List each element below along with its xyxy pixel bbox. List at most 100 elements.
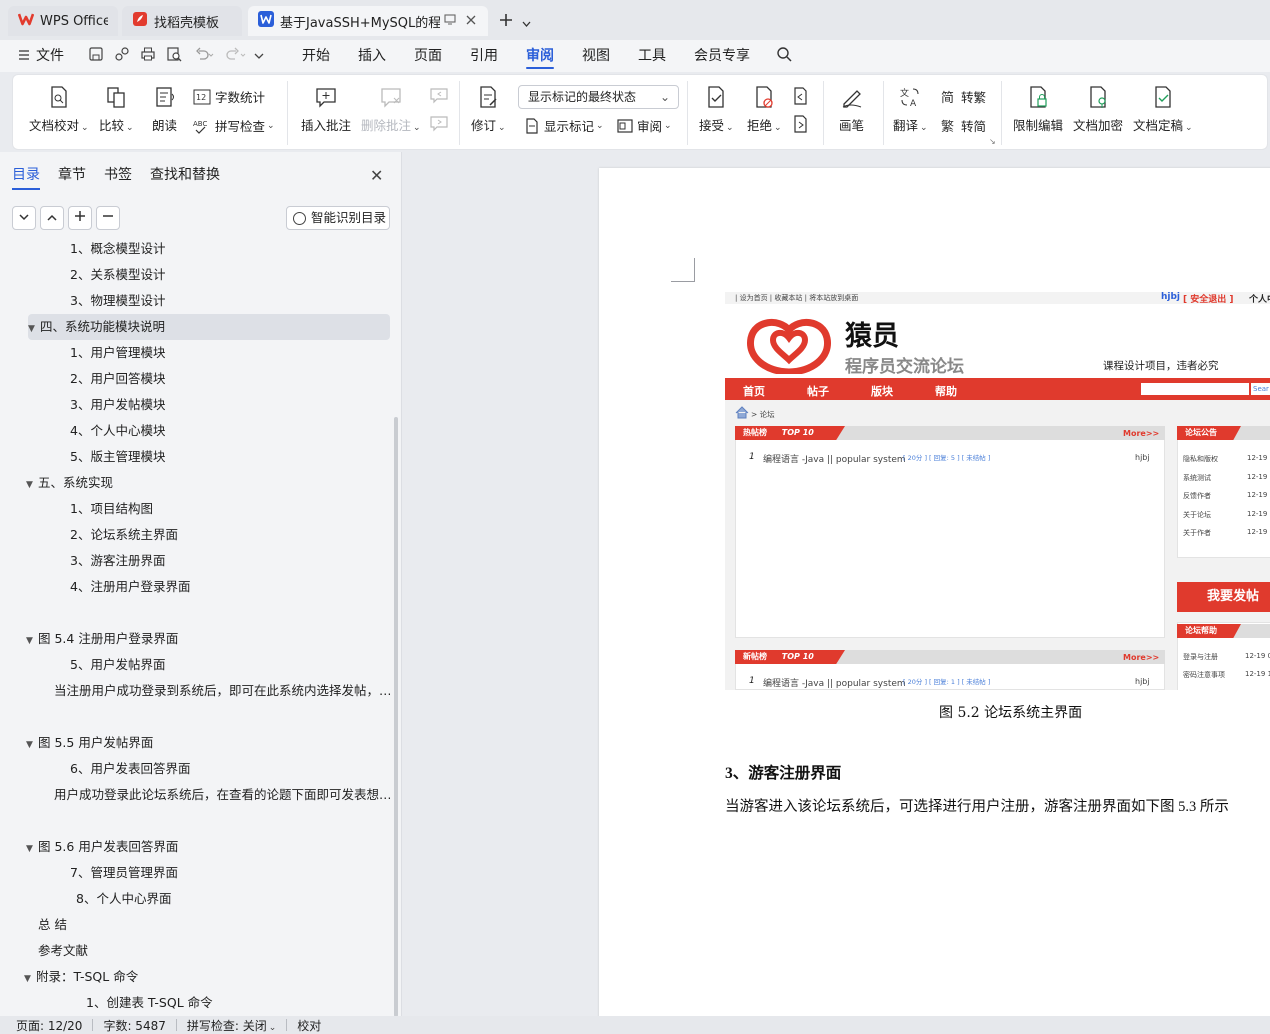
menu-references[interactable]: 引用 [456, 40, 512, 72]
undo-icon[interactable] [194, 47, 214, 65]
share-link-icon[interactable] [114, 46, 130, 66]
track-changes-button[interactable]: 修订 ⌄ [471, 85, 506, 134]
tab-current-document[interactable]: 基于JavaSSH+MySQL的程序 [248, 6, 488, 36]
close-tab-icon[interactable] [466, 14, 476, 29]
menu-tools[interactable]: 工具 [624, 40, 680, 72]
toc-item[interactable]: 4、个人中心模块 [70, 418, 390, 444]
menu-review[interactable]: 审阅 [512, 40, 568, 72]
toc-item[interactable] [70, 808, 390, 834]
menu-member[interactable]: 会员专享 [680, 40, 764, 72]
review-pane-button[interactable]: 审阅 ⌄ [617, 116, 672, 135]
collapse-all-button[interactable] [12, 206, 36, 230]
toc-item[interactable]: ▼ 图 5.6 用户发表回答界面 [26, 834, 390, 860]
toc-item[interactable]: 5、版主管理模块 [70, 444, 390, 470]
tab-list-chevron-icon[interactable] [522, 16, 531, 31]
tab-docer-templates[interactable]: 找稻壳模板 [122, 6, 242, 36]
toc-item[interactable]: 1、项目结构图 [70, 496, 390, 522]
menu-page[interactable]: 页面 [400, 40, 456, 72]
toc-item[interactable]: 总 结 [38, 912, 390, 938]
translate-button[interactable]: 文A 翻译 ⌄ [893, 85, 928, 134]
toc-item[interactable]: 当注册用户成功登录到系统后，即可在此系统内选择发帖，… [54, 678, 390, 704]
read-aloud-button[interactable]: 朗读 [152, 85, 177, 134]
toc-item[interactable]: 8、个人中心界面 [76, 886, 390, 912]
expand-caret-icon[interactable]: ▼ [26, 472, 38, 496]
to-traditional-button[interactable]: 简 转繁 [941, 87, 986, 106]
toc-item[interactable]: 5、用户发帖界面 [70, 652, 390, 678]
previous-comment-icon[interactable] [429, 87, 449, 109]
file-menu[interactable]: 文件 [12, 40, 78, 72]
show-markup-button[interactable]: 显示标记 ⌄ [524, 116, 604, 135]
reject-button[interactable]: 拒绝 ⌄ [747, 85, 782, 134]
menu-insert[interactable]: 插入 [344, 40, 400, 72]
new-tab-icon[interactable] [499, 13, 513, 31]
compare-button[interactable]: 比较 ⌄ [99, 85, 134, 134]
previous-change-icon[interactable] [791, 87, 811, 109]
tab-toc[interactable]: 目录 [12, 164, 40, 190]
spell-check-button[interactable]: ABC 拼写检查 ⌄ [193, 116, 275, 135]
remove-toc-level-button[interactable] [96, 206, 120, 230]
toc-scrollbar[interactable] [394, 417, 398, 1017]
smart-toc-button[interactable]: 智能识别目录 [286, 206, 390, 230]
next-comment-icon[interactable] [429, 115, 449, 137]
toc-item[interactable]: 1、概念模型设计 [70, 238, 390, 262]
toc-item[interactable]: 用户成功登录此论坛系统后，在查看的论题下面即可发表想… [54, 782, 390, 808]
toc-item[interactable]: 6、用户发表回答界面 [70, 756, 390, 782]
print-preview-icon[interactable] [166, 46, 182, 66]
expand-caret-icon[interactable]: ▼ [28, 316, 40, 340]
save-icon[interactable] [88, 46, 104, 66]
toc-item[interactable]: 2、用户回答模块 [70, 366, 390, 392]
add-toc-level-button[interactable] [68, 206, 92, 230]
close-panel-icon[interactable]: ✕ [370, 166, 383, 185]
to-simplified-button[interactable]: 繁 转简 [941, 116, 986, 135]
toc-item[interactable]: 2、论坛系统主界面 [70, 522, 390, 548]
next-change-icon[interactable] [791, 115, 811, 137]
page-indicator[interactable]: 页面: 12/20 [16, 1017, 82, 1034]
expand-caret-icon[interactable]: ▼ [26, 836, 38, 860]
search-icon[interactable] [776, 46, 792, 66]
redo-icon[interactable] [226, 47, 246, 65]
toc-item[interactable] [70, 704, 390, 730]
pen-button[interactable]: 画笔 [839, 85, 864, 134]
toc-item[interactable]: 1、创建表 T-SQL 命令 [86, 990, 390, 1016]
toc-item[interactable]: ▼ 四、系统功能模块说明 [28, 314, 390, 340]
expand-caret-icon[interactable]: ▼ [24, 966, 36, 990]
toc-item[interactable]: 2、关系模型设计 [70, 262, 390, 288]
toc-item[interactable]: ▼ 图 5.5 用户发帖界面 [26, 730, 390, 756]
spell-check-indicator[interactable]: 拼写检查: 关闭 ⌄ [187, 1017, 276, 1034]
tab-find-replace[interactable]: 查找和替换 [150, 164, 220, 190]
toc-item[interactable]: ▼ 五、系统实现 [26, 470, 390, 496]
menu-view[interactable]: 视图 [568, 40, 624, 72]
markup-state-select[interactable]: 显示标记的最终状态 ⌄ [518, 85, 679, 109]
toc-item[interactable]: 3、物理模型设计 [70, 288, 390, 314]
word-count-button[interactable]: 12 字数统计 [193, 87, 265, 106]
tab-bookmarks[interactable]: 书签 [104, 164, 132, 190]
word-count-indicator[interactable]: 字数: 5487 [103, 1017, 165, 1034]
toc-item[interactable]: 7、管理员管理界面 [70, 860, 390, 886]
doc-check-button[interactable]: 文档校对 ⌄ [29, 85, 89, 134]
finalize-button[interactable]: 文档定稿 ⌄ [1133, 85, 1193, 134]
proofread-indicator[interactable]: 校对 [297, 1017, 321, 1034]
expand-caret-icon[interactable]: ▼ [26, 732, 38, 756]
tab-chapters[interactable]: 章节 [58, 164, 86, 190]
restrict-edit-button[interactable]: 限制编辑 [1013, 85, 1063, 134]
toc-item[interactable]: ▼ 图 5.4 注册用户登录界面 [26, 626, 390, 652]
insert-comment-button[interactable]: 插入批注 [301, 85, 351, 134]
tab-wps-office[interactable]: WPS Office [8, 6, 118, 36]
toc-item[interactable] [70, 600, 390, 626]
encrypt-button[interactable]: 文档加密 [1073, 85, 1123, 134]
toc-item[interactable]: 1、用户管理模块 [70, 340, 390, 366]
print-icon[interactable] [140, 46, 156, 66]
window-icon[interactable] [444, 13, 456, 29]
document-page[interactable]: | 设为首页 | 收藏本站 | 将本站放到桌面 hjbj [ 安全退出 ] 个人… [599, 168, 1270, 1016]
expand-caret-icon[interactable]: ▼ [26, 628, 38, 652]
dialog-launcher-icon[interactable]: ↘ [989, 137, 996, 146]
quick-access-more-icon[interactable] [254, 49, 264, 64]
accept-button[interactable]: 接受 ⌄ [699, 85, 734, 134]
toc-item[interactable]: 4、注册用户登录界面 [70, 574, 390, 600]
toc-item[interactable]: 3、用户发帖模块 [70, 392, 390, 418]
toc-item[interactable]: ▼ 附录：T-SQL 命令 [24, 964, 390, 990]
delete-comment-button[interactable]: 删除批注 ⌄ [361, 85, 421, 134]
menu-home[interactable]: 开始 [288, 40, 344, 72]
toc-item[interactable]: 3、游客注册界面 [70, 548, 390, 574]
toc-item[interactable]: 参考文献 [38, 938, 390, 964]
